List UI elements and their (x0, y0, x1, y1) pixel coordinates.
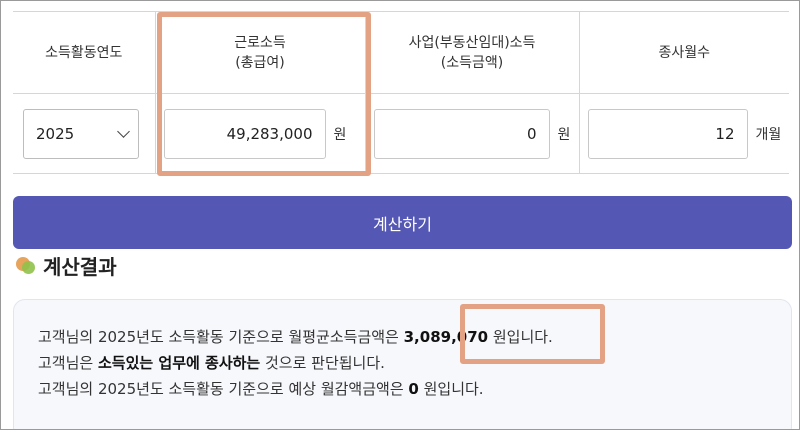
year-select-value: 2025 (36, 124, 75, 143)
header-business-income: 사업(부동산임대)소득 (소득금액) (364, 11, 579, 94)
result-title: 계산결과 (43, 254, 117, 279)
business-income-unit: 원 (557, 126, 571, 143)
business-income-input[interactable] (373, 108, 550, 159)
calculator-frame: 소득활동연도 근로소득 (총급여) 사업(부동산임대)소득 (소득금액) 종사월… (0, 0, 800, 430)
months-worked-input[interactable] (587, 108, 748, 159)
reduction-amount: 0 (408, 380, 419, 398)
judgement-bold: 소득있는 업무에 종사하는 (97, 354, 261, 372)
result-panel: 고객님의 2025년도 소득활동 기준으로 월평균소득금액은 3,089,070… (13, 299, 792, 429)
cell-business-income: 원 (364, 93, 579, 174)
table-input-row: 2025 원 원 개월 (13, 93, 789, 174)
result-bullet-icon (15, 254, 37, 276)
cell-months: 개월 (578, 93, 789, 174)
result-line-monthly-income: 고객님의 2025년도 소득활동 기준으로 월평균소득금액은 3,089,070… (38, 328, 553, 346)
header-earned-income: 근로소득 (총급여) (154, 11, 365, 94)
result-line-judgement: 고객님은 소득있는 업무에 종사하는 것으로 판단됩니다. (38, 354, 385, 372)
cell-year: 2025 (13, 93, 155, 174)
cell-earned-income: 원 (154, 93, 365, 174)
months-worked-unit: 개월 (755, 126, 782, 143)
earned-income-input[interactable] (163, 108, 326, 159)
chevron-down-icon (117, 125, 130, 138)
table-header-row: 소득활동연도 근로소득 (총급여) 사업(부동산임대)소득 (소득금액) 종사월… (13, 11, 789, 94)
monthly-income-amount: 3,089,070 (403, 328, 489, 346)
result-heading: 계산결과 (15, 251, 117, 279)
result-line-reduction: 고객님의 2025년도 소득활동 기준으로 예상 월감액금액은 0 원입니다. (38, 380, 484, 398)
calculate-button[interactable]: 계산하기 (13, 196, 792, 249)
header-year: 소득활동연도 (13, 11, 155, 94)
income-input-table: 소득활동연도 근로소득 (총급여) 사업(부동산임대)소득 (소득금액) 종사월… (13, 11, 789, 174)
header-months: 종사월수 (578, 11, 789, 94)
earned-income-unit: 원 (333, 126, 347, 143)
year-select[interactable]: 2025 (23, 108, 139, 159)
